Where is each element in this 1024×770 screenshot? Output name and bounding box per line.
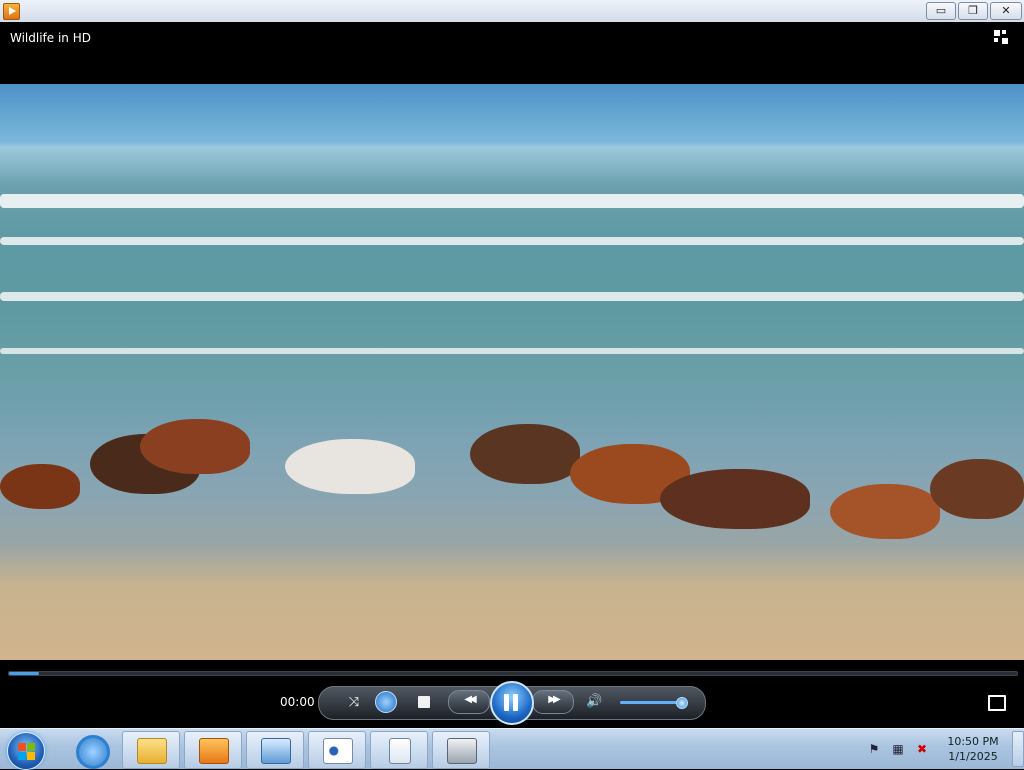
volume-level bbox=[620, 701, 681, 704]
close-button[interactable]: ✕ bbox=[990, 2, 1022, 20]
windows-media-player-icon bbox=[3, 3, 20, 20]
video-horse bbox=[930, 459, 1024, 519]
next-button[interactable]: ▶▶ bbox=[532, 690, 574, 714]
volume-muted-icon[interactable]: ✖ bbox=[914, 741, 930, 757]
video-wave bbox=[0, 292, 1024, 301]
video-horse bbox=[470, 424, 580, 484]
player-header: Wildlife in HD bbox=[0, 22, 1024, 84]
video-horse bbox=[285, 439, 415, 494]
taskbar-printer[interactable] bbox=[432, 731, 490, 769]
video-horse bbox=[660, 469, 810, 529]
taskbar-document[interactable] bbox=[370, 731, 428, 769]
stop-icon[interactable] bbox=[418, 696, 430, 708]
video-horse bbox=[830, 484, 940, 539]
windows-logo-yellow bbox=[27, 752, 35, 760]
previous-button[interactable]: ◀◀ bbox=[448, 690, 490, 714]
repeat-icon[interactable] bbox=[375, 691, 397, 713]
fullscreen-icon[interactable] bbox=[988, 695, 1006, 711]
taskbar-eyes-app[interactable] bbox=[308, 731, 366, 769]
pause-icon bbox=[504, 694, 509, 711]
taskbar-control-panel[interactable] bbox=[246, 731, 304, 769]
file-explorer-icon bbox=[137, 738, 167, 764]
elapsed-time: 00:00 bbox=[280, 695, 315, 709]
video-horse bbox=[140, 419, 250, 474]
pause-icon bbox=[513, 694, 518, 711]
windows-logo-green bbox=[27, 743, 35, 751]
seek-progress bbox=[9, 672, 40, 675]
action-center-flag-icon[interactable]: ⚑ bbox=[866, 741, 882, 757]
speaker-icon[interactable]: 🔊 bbox=[586, 694, 606, 710]
document-icon bbox=[389, 738, 411, 764]
shuffle-icon[interactable]: ⤨ bbox=[344, 695, 364, 711]
start-button[interactable] bbox=[7, 732, 45, 770]
switch-to-library-icon[interactable] bbox=[994, 30, 1014, 48]
video-wave bbox=[0, 348, 1024, 354]
video-frame[interactable] bbox=[0, 84, 1024, 660]
printer-icon bbox=[447, 738, 477, 764]
show-desktop-button[interactable] bbox=[1012, 731, 1024, 767]
windows-logo-red bbox=[18, 743, 26, 751]
windows-media-player-icon bbox=[199, 738, 229, 764]
previous-icon: ◀◀ bbox=[464, 694, 476, 705]
next-icon: ▶▶ bbox=[548, 694, 560, 705]
internet-explorer-icon[interactable] bbox=[76, 735, 110, 769]
volume-slider[interactable] bbox=[620, 697, 688, 709]
network-icon[interactable]: ▦ bbox=[890, 741, 906, 757]
restore-button[interactable]: ❐ bbox=[958, 2, 988, 20]
eyes-app-icon bbox=[323, 738, 353, 764]
taskbar: ⚑ ▦ ✖ 10:50 PM 1/1/2025 bbox=[0, 728, 1024, 770]
playback-controls: 00:00 ⤨ ◀◀ ▶▶ 🔊 bbox=[0, 660, 1024, 728]
taskbar-media-player[interactable] bbox=[184, 731, 242, 769]
taskbar-file-explorer[interactable] bbox=[122, 731, 180, 769]
window-title-bar[interactable]: ▭ ❐ ✕ bbox=[0, 0, 1024, 23]
seek-bar[interactable] bbox=[8, 671, 1018, 676]
control-panel-icon bbox=[261, 738, 291, 764]
system-clock[interactable]: 10:50 PM 1/1/2025 bbox=[940, 734, 1006, 764]
volume-slider-thumb[interactable] bbox=[675, 697, 688, 709]
clock-time: 10:50 PM bbox=[947, 735, 999, 748]
video-horse bbox=[0, 464, 80, 509]
now-playing-title: Wildlife in HD bbox=[10, 31, 91, 45]
clock-date: 1/1/2025 bbox=[948, 750, 998, 763]
video-wave bbox=[0, 194, 1024, 208]
minimize-button[interactable]: ▭ bbox=[926, 2, 956, 20]
video-wave bbox=[0, 237, 1024, 245]
windows-logo-blue bbox=[18, 752, 26, 760]
pause-button[interactable] bbox=[490, 681, 534, 725]
